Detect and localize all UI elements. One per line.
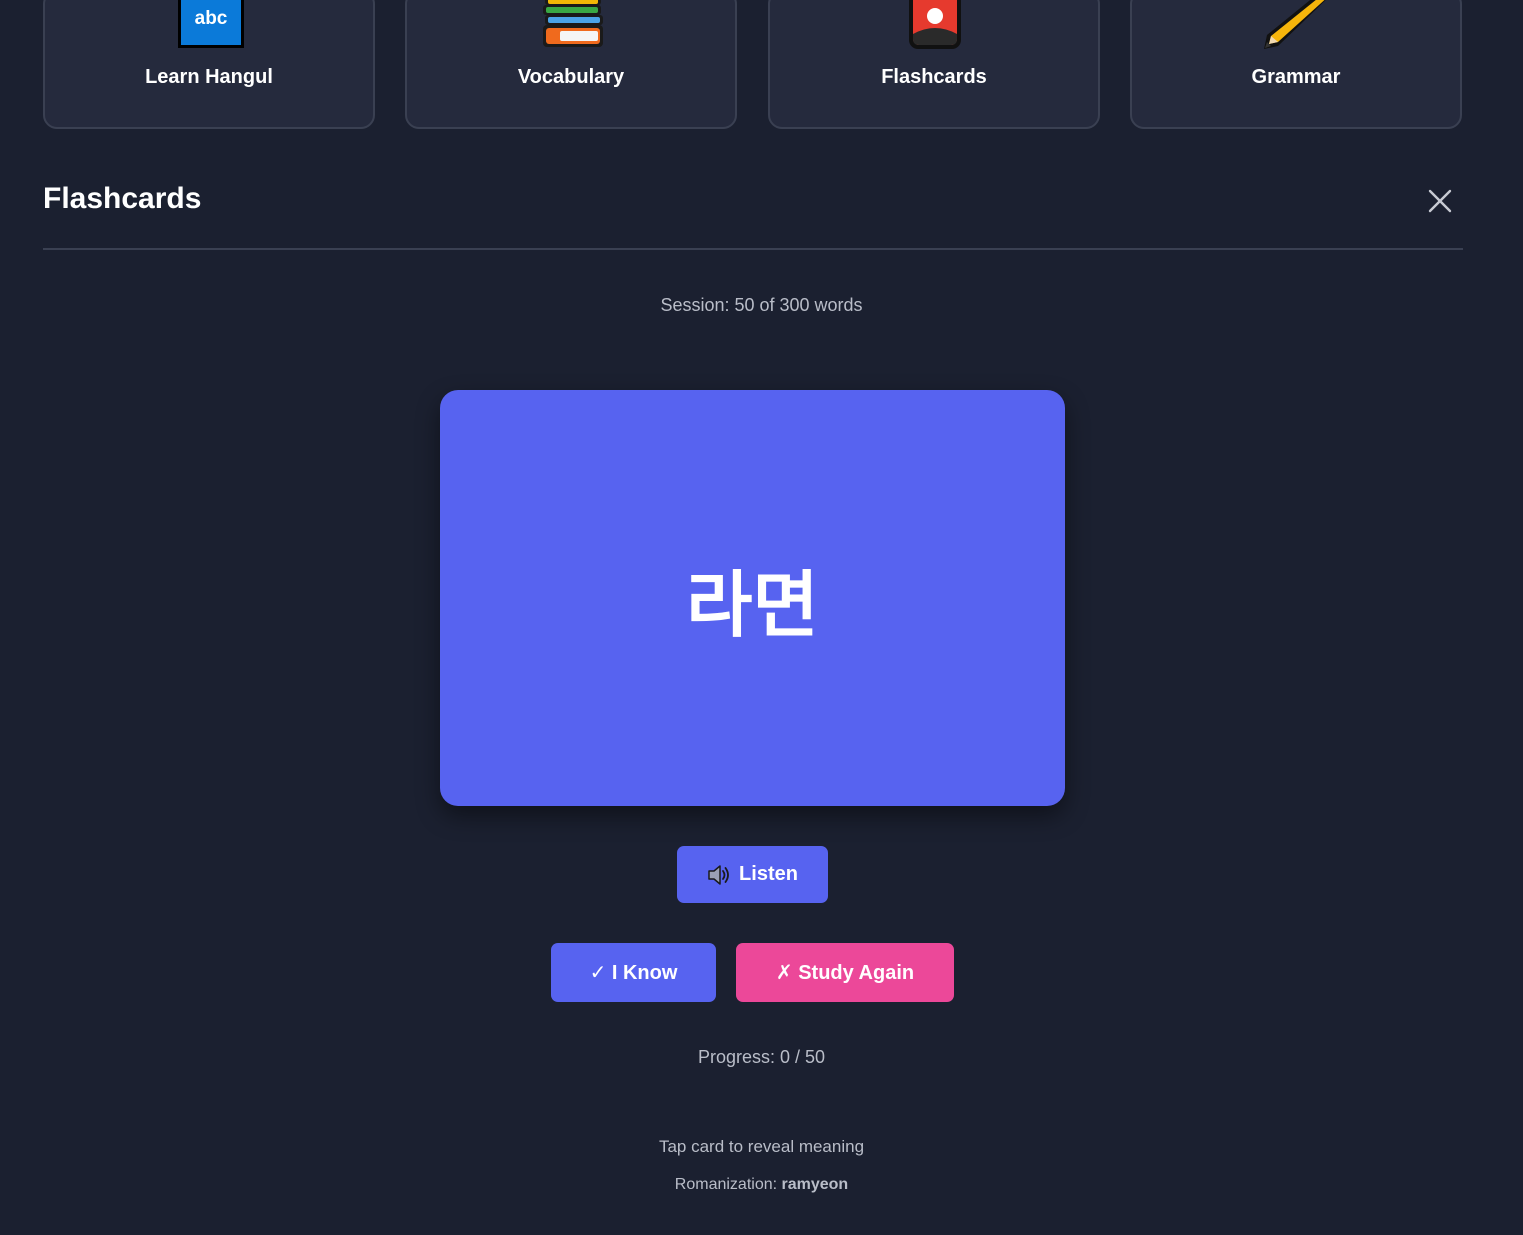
close-button[interactable] <box>1424 185 1456 217</box>
close-icon <box>1428 189 1452 213</box>
progress-status: Progress: 0 / 50 <box>697 1047 826 1067</box>
nav-card-flashcards[interactable]: Flashcards <box>768 0 1100 129</box>
nav-card-label: Learn Hangul <box>145 66 273 88</box>
romanization-label: Romanization: <box>674 1176 782 1193</box>
i-know-button-label: ✓ I Know <box>589 962 678 984</box>
listen-button-label: Listen <box>739 863 798 885</box>
study-again-button[interactable]: ✗ Study Again <box>736 943 954 1002</box>
speaker-icon <box>708 864 729 885</box>
section-divider <box>43 248 1463 250</box>
section-title: Flashcards <box>43 182 202 215</box>
i-know-button[interactable]: ✓ I Know <box>551 943 716 1002</box>
romanization: Romanization: ramyeon <box>0 1176 1523 1194</box>
nav-card-label: Flashcards <box>881 66 987 88</box>
listen-button[interactable]: Listen <box>677 846 828 903</box>
nav-cards: abc Learn Hangul Vocabulary Flashcards G… <box>43 0 1463 129</box>
phone-card-icon <box>909 0 961 49</box>
session-status: Session: 50 of 300 words <box>660 295 863 315</box>
pencil-icon <box>1264 0 1326 49</box>
romanization-value: ramyeon <box>781 1176 849 1193</box>
study-again-button-label: ✗ Study Again <box>775 962 915 984</box>
abc-icon-text: abc <box>195 8 228 29</box>
nav-card-vocabulary[interactable]: Vocabulary <box>405 0 737 129</box>
nav-card-label: Vocabulary <box>517 66 625 88</box>
reveal-hint: Tap card to reveal meaning <box>658 1137 865 1156</box>
books-icon <box>543 0 603 47</box>
flashcard[interactable]: 라면 <box>440 390 1065 806</box>
nav-card-learn-hangul[interactable]: abc Learn Hangul <box>43 0 375 129</box>
nav-card-label: Grammar <box>1251 66 1341 88</box>
abc-icon: abc <box>178 0 244 48</box>
nav-card-grammar[interactable]: Grammar <box>1130 0 1462 129</box>
flashcard-word: 라면 <box>686 562 819 647</box>
